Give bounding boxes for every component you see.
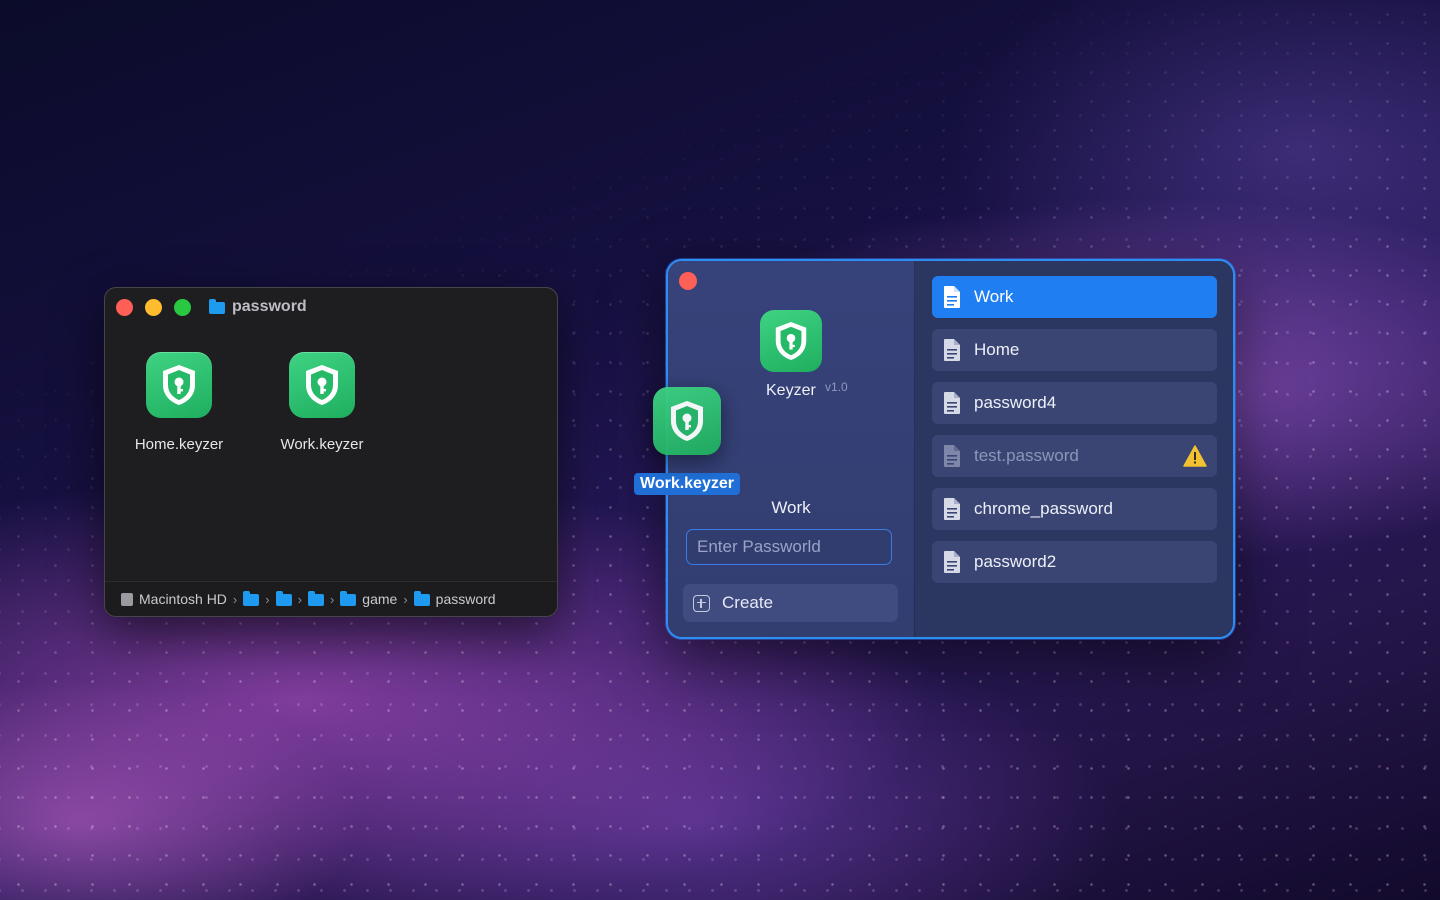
file-label: Home.keyzer xyxy=(134,436,224,453)
password-input[interactable] xyxy=(697,537,918,557)
file-grid: Home.keyzer Work.keyzer xyxy=(133,352,368,453)
path-current[interactable]: password xyxy=(436,591,496,607)
folder-icon[interactable] xyxy=(243,591,260,606)
zoom-button[interactable] xyxy=(174,299,191,316)
chevron-right-icon: › xyxy=(232,591,238,607)
create-label: Create xyxy=(722,593,774,612)
plus-square-icon xyxy=(693,594,710,612)
vault-item-work[interactable]: Work xyxy=(932,276,1217,318)
drag-label: Work.keyzer xyxy=(634,473,740,495)
file-item-home[interactable]: Home.keyzer xyxy=(133,352,225,453)
close-button[interactable] xyxy=(679,272,697,290)
path-disk[interactable]: Macintosh HD xyxy=(139,591,227,607)
keyzer-window: Keyzer v1.0 Work Create Work Home passwo… xyxy=(666,259,1235,639)
app-version: v1.0 xyxy=(825,380,848,394)
vault-item-password2[interactable]: password2 xyxy=(932,541,1217,583)
path-game[interactable]: game xyxy=(362,591,397,607)
vault-item-test-password[interactable]: test.password xyxy=(932,435,1217,477)
chevron-right-icon: › xyxy=(265,591,270,607)
keyzer-shield-icon xyxy=(289,352,355,418)
password-field[interactable] xyxy=(686,529,918,565)
vault-item-label: Work xyxy=(974,287,1014,306)
file-label: Work.keyzer xyxy=(280,436,364,453)
folder-icon xyxy=(413,591,430,606)
vault-item-label: password4 xyxy=(974,393,1057,412)
path-bar: Macintosh HD › › › › game › password xyxy=(105,581,557,616)
chevron-right-icon: › xyxy=(297,591,302,607)
vault-list: Work Home password4 test.password chrome… xyxy=(932,276,1217,583)
chevron-right-icon: › xyxy=(403,591,408,607)
drag-preview[interactable]: Work.keyzer xyxy=(632,387,742,495)
warning-icon xyxy=(1183,445,1207,467)
folder-icon[interactable] xyxy=(275,591,292,606)
document-icon xyxy=(944,339,960,361)
folder-icon[interactable] xyxy=(307,591,324,606)
vault-item-label: password2 xyxy=(974,552,1057,571)
vault-item-chrome-password[interactable]: chrome_password xyxy=(932,488,1217,530)
keyzer-shield-icon xyxy=(653,387,721,455)
folder-icon xyxy=(209,299,225,314)
document-icon xyxy=(944,551,960,573)
minimize-button[interactable] xyxy=(145,299,162,316)
document-icon xyxy=(944,445,960,467)
finder-window: password Home.keyzer Work.keyzer Macinto… xyxy=(104,287,558,617)
document-icon xyxy=(944,498,960,520)
keyzer-shield-icon xyxy=(146,352,212,418)
vault-name: Work xyxy=(771,498,811,517)
create-button[interactable]: Create xyxy=(683,584,898,622)
vault-item-label: Home xyxy=(974,340,1020,359)
window-title-text: password xyxy=(232,298,307,315)
file-item-work[interactable]: Work.keyzer xyxy=(276,352,368,453)
window-controls xyxy=(116,299,191,316)
app-name: Keyzer xyxy=(766,382,816,399)
vault-item-label: chrome_password xyxy=(974,499,1113,518)
vault-item-home[interactable]: Home xyxy=(932,329,1217,371)
vault-item-password4[interactable]: password4 xyxy=(932,382,1217,424)
document-icon xyxy=(944,392,960,414)
chevron-right-icon: › xyxy=(329,591,335,607)
document-icon xyxy=(944,286,960,308)
vault-item-label: test.password xyxy=(974,446,1079,465)
folder-icon xyxy=(340,591,357,606)
keyzer-logo-icon xyxy=(760,310,822,372)
window-title: password xyxy=(209,298,307,316)
close-button[interactable] xyxy=(116,299,133,316)
disk-icon xyxy=(121,592,133,606)
vault-list-panel: Work Home password4 test.password chrome… xyxy=(915,261,1233,637)
